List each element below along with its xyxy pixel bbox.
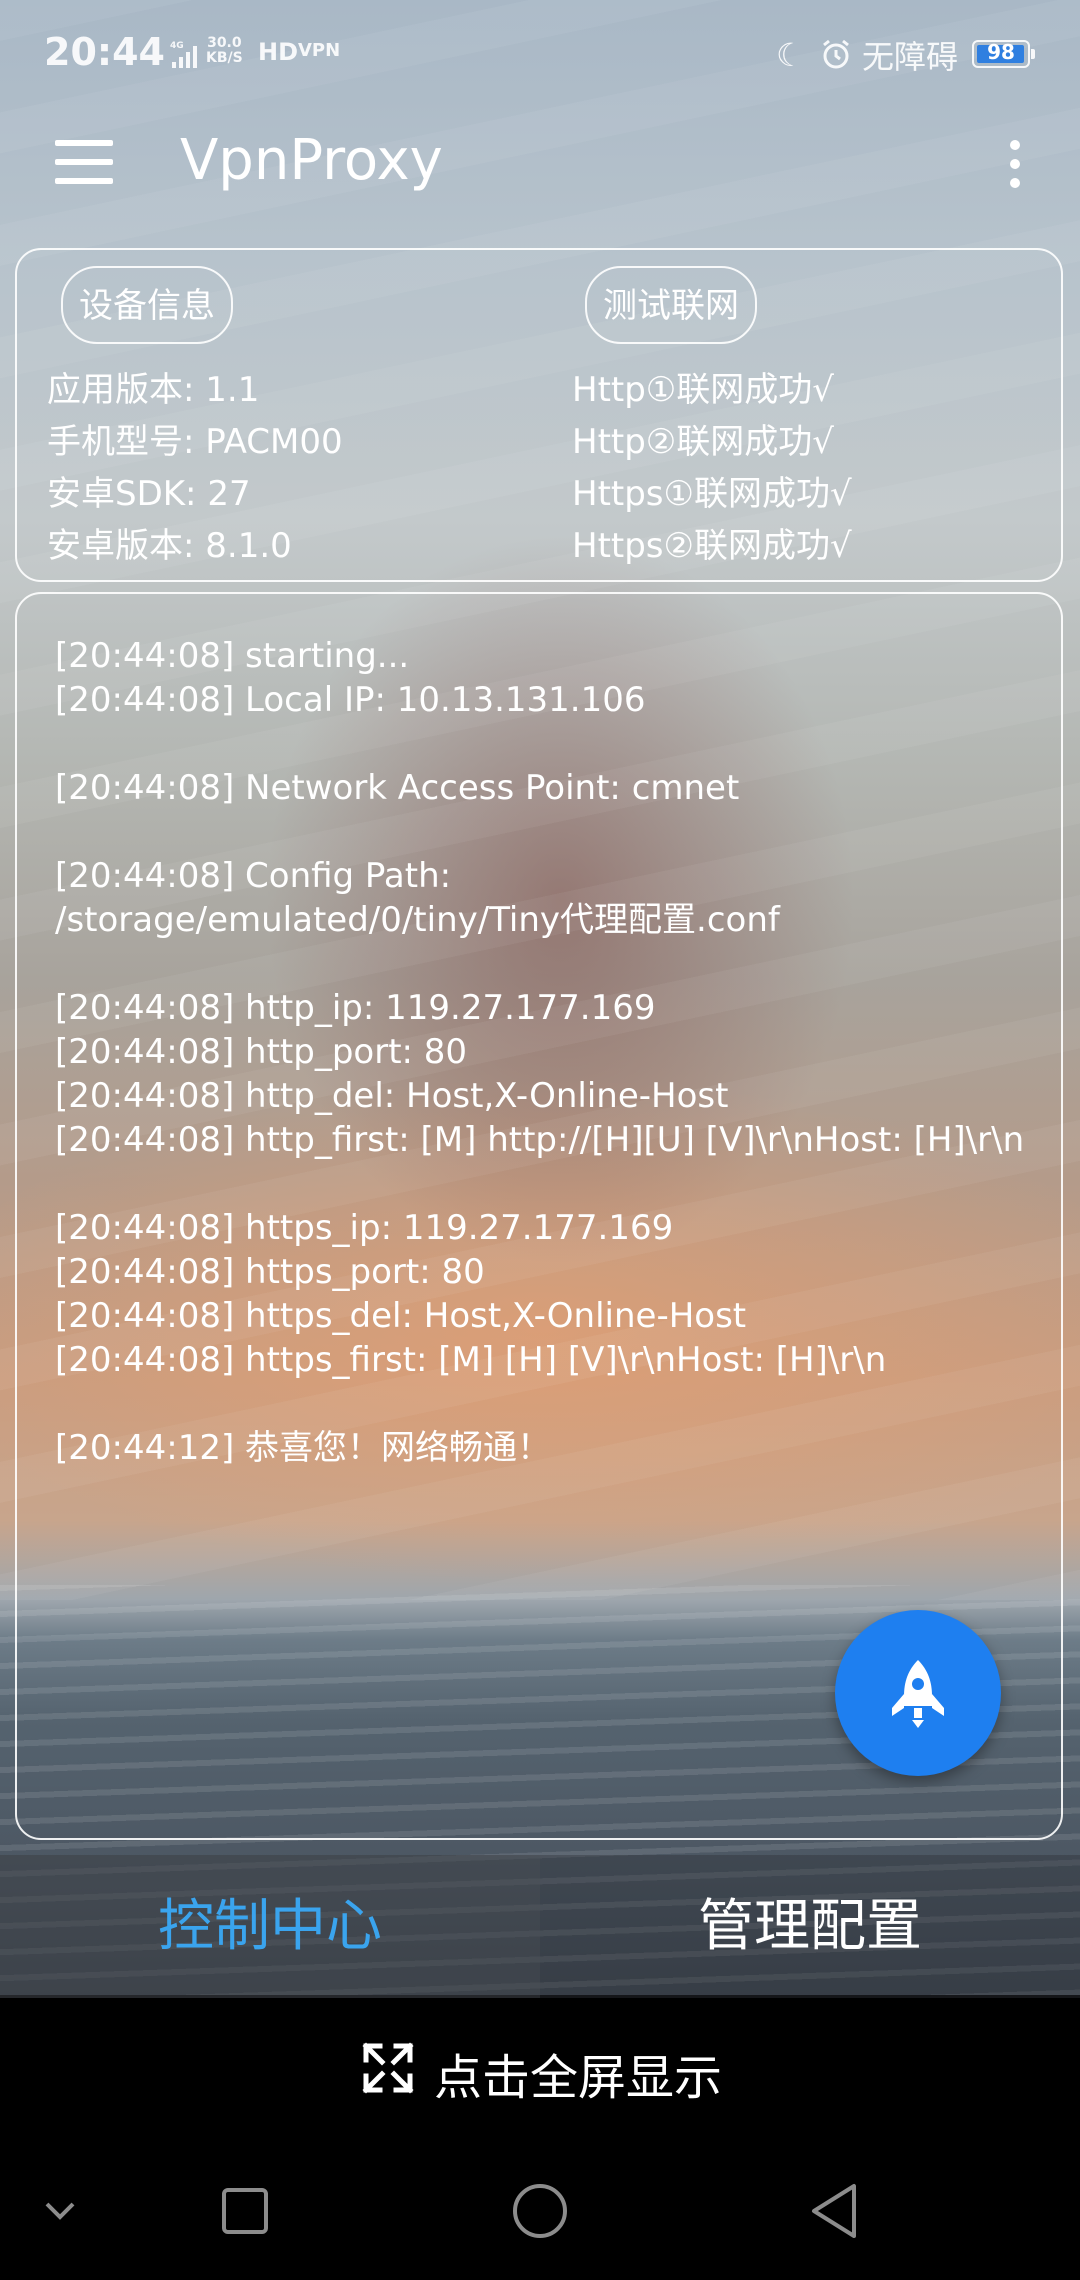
- log-line: [20:44:08] starting...: [55, 636, 410, 676]
- svg-text:4G: 4G: [170, 41, 184, 51]
- accessibility-status: 无障碍: [862, 38, 959, 76]
- phone-model: 手机型号: PACM00: [47, 422, 343, 462]
- status-time: 20:44: [44, 30, 165, 74]
- log-line: [20:44:08] https_first: [M] [H] [V]\r\nH…: [55, 1340, 887, 1380]
- moon-icon: ☾: [776, 36, 805, 74]
- log-line: [20:44:08] Local IP: 10.13.131.106: [55, 680, 646, 720]
- fullscreen-hint-bar[interactable]: 点击全屏显示: [0, 1998, 1080, 2138]
- log-line: [20:44:08] https_del: Host,X-Online-Host: [55, 1296, 747, 1336]
- vpn-icon: VPN: [298, 40, 341, 61]
- log-line: [20:44:08] Config Path:: [55, 856, 452, 896]
- system-navigation-bar: [0, 2138, 1080, 2280]
- log-line: /storage/emulated/0/tiny/Tiny代理配置.conf: [55, 900, 780, 940]
- http2-result: Http②联网成功√: [572, 422, 834, 462]
- rocket-icon: [892, 1660, 944, 1728]
- log-line: [20:44:08] http_first: [M] http://[H][U]…: [55, 1120, 1025, 1160]
- https1-result: Https①联网成功√: [572, 474, 852, 514]
- tab-manage-config[interactable]: 管理配置: [540, 1855, 1080, 1998]
- network-test-results: Http①联网成功√ Http②联网成功√ Https①联网成功√ Https②…: [572, 364, 852, 572]
- https2-result: Https②联网成功√: [572, 526, 852, 566]
- expand-arrows-icon: [362, 2042, 414, 2094]
- log-line: [20:44:08] http_port: 80: [55, 1032, 468, 1072]
- home-icon[interactable]: [495, 2166, 585, 2256]
- tab-control-center[interactable]: 控制中心: [0, 1855, 540, 1998]
- device-info-button[interactable]: 设备信息: [61, 266, 233, 344]
- start-proxy-button[interactable]: [835, 1610, 1001, 1776]
- recent-apps-icon[interactable]: [200, 2166, 290, 2256]
- chevron-down-icon[interactable]: [15, 2166, 105, 2256]
- bottom-tabs: 控制中心 管理配置: [0, 1855, 1080, 1998]
- back-icon[interactable]: [790, 2166, 880, 2256]
- signal-icon: 4G: [170, 41, 197, 68]
- log-line: [20:44:08] https_port: 80: [55, 1252, 485, 1292]
- hd-icon: HD: [258, 38, 299, 66]
- device-info-list: 应用版本: 1.1 手机型号: PACM00 安卓SDK: 27 安卓版本: 8…: [47, 364, 343, 572]
- http1-result: Http①联网成功√: [572, 370, 834, 410]
- android-sdk: 安卓SDK: 27: [47, 474, 251, 514]
- hamburger-menu-icon[interactable]: [55, 140, 113, 184]
- alarm-icon: [823, 39, 849, 69]
- log-output: [20:44:08] starting... [20:44:08] Local I…: [55, 634, 1041, 1470]
- test-network-button[interactable]: 测试联网: [585, 266, 757, 344]
- status-bar: 20:44 4G 30.0 KB/S HD VPN ☾ 无障碍 98: [0, 0, 1080, 110]
- device-info-panel: 设备信息 测试联网 应用版本: 1.1 手机型号: PACM00 安卓SDK: …: [15, 248, 1063, 582]
- network-speed: 30.0 KB/S: [206, 35, 243, 66]
- more-vert-icon[interactable]: [1000, 138, 1030, 190]
- android-version: 安卓版本: 8.1.0: [47, 526, 292, 566]
- battery-icon: 98: [972, 40, 1035, 68]
- log-line: [20:44:08] http_ip: 119.27.177.169: [55, 988, 656, 1028]
- log-line: [20:44:12] 恭喜您！网络畅通！: [55, 1428, 552, 1468]
- log-line: [20:44:08] Network Access Point: cmnet: [55, 768, 740, 808]
- log-line: [20:44:08] http_del: Host,X-Online-Host: [55, 1076, 729, 1116]
- app-version: 应用版本: 1.1: [47, 370, 260, 410]
- fullscreen-hint-label: 点击全屏显示: [434, 2050, 723, 2106]
- app-title: VpnProxy: [180, 128, 443, 193]
- log-line: [20:44:08] https_ip: 119.27.177.169: [55, 1208, 674, 1248]
